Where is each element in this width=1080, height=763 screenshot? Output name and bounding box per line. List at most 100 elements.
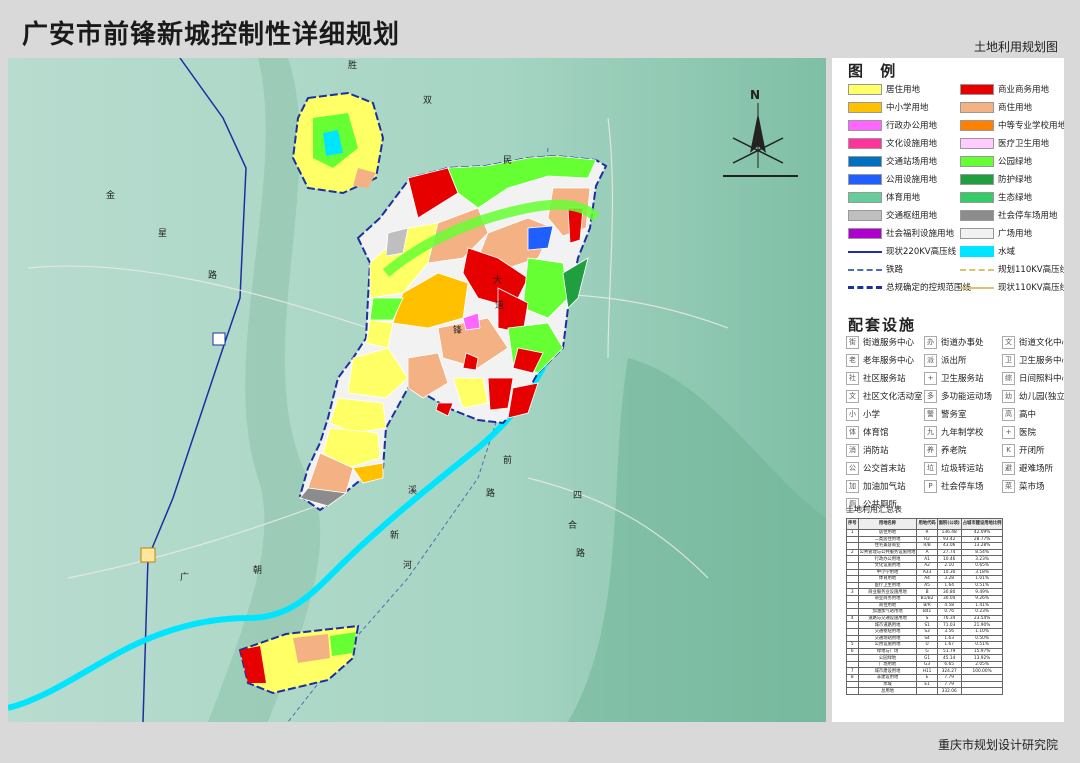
- legend-item: 交通站场用地: [848, 156, 937, 168]
- facility-label: 日间照料中心: [1019, 374, 1064, 384]
- road-label: 道: [495, 301, 505, 311]
- table-cell: [846, 535, 859, 544]
- legend-swatch: [848, 210, 882, 221]
- table-cell: [846, 542, 859, 550]
- table-cell: 公园绿地: [857, 654, 918, 662]
- facility-label: 医院: [1019, 428, 1037, 438]
- table-cell: [960, 680, 1004, 689]
- facility-icon: 养: [924, 444, 937, 457]
- facility-icon: 办: [924, 336, 937, 349]
- road-label: 朝: [253, 566, 263, 576]
- table-header: 用地代码: [916, 518, 938, 530]
- facility-icon: K: [1002, 444, 1015, 457]
- table-cell: 0.65%: [960, 561, 1004, 570]
- legend-swatch: [848, 250, 882, 253]
- legend-item: 生态绿地: [960, 192, 1032, 204]
- legend-item: 广场用地: [960, 228, 1032, 240]
- table-cell: 中小学用地: [857, 568, 918, 577]
- table-cell: [960, 674, 1004, 682]
- table-cell: 2.10: [936, 561, 962, 570]
- table-cell: 10.46: [936, 555, 962, 563]
- road-label: 新: [390, 531, 400, 541]
- table-cell: [960, 687, 1004, 695]
- table-cell: 7.79: [936, 680, 962, 689]
- map-subtitle: 土地利用规划图: [973, 40, 1058, 54]
- legend-label: 交通站场用地: [886, 157, 938, 167]
- legend-label: 行政办公用地: [886, 121, 938, 131]
- table-cell: 水域: [857, 680, 918, 689]
- table-cell: 文化设施用地: [857, 561, 918, 570]
- facility-label: 社区服务站: [863, 374, 906, 384]
- table-row: 交通场站用地 S4 1.63 0.50%: [846, 634, 1004, 643]
- table-row: 住宅兼容商业 R/B 43.06 13.28%: [846, 542, 1004, 550]
- table-cell: R/B: [916, 542, 938, 550]
- table-cell: 93.42: [936, 535, 962, 544]
- legend-label: 中等专业学校用地: [998, 121, 1064, 131]
- table-cell: 45.14: [936, 654, 962, 662]
- legend-item: 体育用地: [848, 192, 920, 204]
- table-row: 8 非建设用地 E 7.79: [846, 674, 1004, 682]
- table-cell: [846, 581, 859, 590]
- table-cell: 10.30: [936, 568, 962, 577]
- road-label: 金: [106, 191, 116, 201]
- table-row: 商住用地 B/R 4.58 1.41%: [846, 601, 1004, 610]
- table-cell: A4: [916, 575, 938, 583]
- table-cell: 76.34: [936, 614, 962, 623]
- legend-item: 公园绿地: [960, 156, 1032, 168]
- facility-item: + 卫生服务站: [924, 372, 984, 386]
- legend-label: 总规确定的控规范围线: [886, 283, 972, 293]
- table-cell: 0.50%: [960, 634, 1004, 643]
- legend-swatch: [848, 120, 882, 131]
- legend-label: 中小学用地: [886, 103, 929, 113]
- legend-label: 体育用地: [886, 193, 921, 203]
- facility-label: 警务室: [941, 410, 967, 420]
- legend-label: 广场用地: [998, 229, 1033, 239]
- table-cell: [846, 555, 859, 563]
- table-cell: 8: [846, 674, 859, 682]
- legend-label: 防护绿地: [998, 175, 1033, 185]
- table-cell: [846, 660, 859, 669]
- table-cell: [846, 561, 859, 570]
- facility-icon: 菜: [1002, 480, 1015, 493]
- legend-swatch: [960, 210, 994, 221]
- land-use-map[interactable]: N 胜 双 金 星 路 民 大 道 锋 前 路 广 朝 四 合 路 溪 河 新: [8, 58, 826, 722]
- table-row: 体育用地 A4 3.28 1.01%: [846, 575, 1004, 583]
- table-cell: 体育用地: [857, 575, 918, 583]
- map-canvas: [8, 58, 826, 722]
- table-cell: 公共管理与公共服务设施用地: [857, 548, 918, 557]
- table-cell: 广场用地: [857, 660, 918, 669]
- table-row: 1 居住用地 R 136.48 42.09%: [846, 529, 1004, 537]
- facility-item: 老老年服务中心: [846, 354, 914, 368]
- legend-swatch: [960, 192, 994, 203]
- facility-item: 办街道办事处: [924, 336, 984, 350]
- table-cell: [846, 687, 859, 695]
- facility-item: 体体育馆: [846, 426, 889, 440]
- facility-label: 开闭所: [1019, 446, 1045, 456]
- facility-label: 卫生服务站: [941, 374, 984, 384]
- table-header: 用地名称: [857, 518, 918, 530]
- facility-label: 高中: [1019, 410, 1037, 420]
- legend-swatch: [848, 138, 882, 149]
- table-cell: [846, 680, 859, 689]
- table-cell: G1: [916, 654, 938, 662]
- table-cell: 4.58: [936, 601, 962, 610]
- facility-item: 卫卫生服务中心: [1002, 354, 1064, 368]
- facility-item: 警警务室: [924, 408, 967, 422]
- legend-swatch: [960, 286, 994, 289]
- facility-item: 文街道文化中心: [1002, 336, 1064, 350]
- facility-label: 社会停车场: [941, 482, 984, 492]
- table-cell: 3.56: [936, 627, 962, 636]
- table-cell: 332.06: [936, 687, 962, 695]
- legend-item: 现状220KV高压线: [848, 246, 956, 258]
- table-row: 7 城市建设用地 H11 324.27 100.00%: [846, 667, 1004, 676]
- table-row: 总用地 332.06: [846, 687, 1004, 695]
- road-label: 溪: [408, 486, 418, 496]
- land-use-table: 序号 用地名称 用地代码 面积(公顷) 占城市建设用地比例 1 居住用地 R 136.…: [846, 518, 1004, 695]
- substation-icon-2: [140, 547, 156, 563]
- table-cell: 城市道路用地: [857, 621, 918, 629]
- legend-swatch: [960, 246, 994, 257]
- legend-item: 防护绿地: [960, 174, 1032, 186]
- table-cell: 行政办公用地: [857, 555, 918, 563]
- table-cell: 道路与交通设施用地: [857, 614, 918, 623]
- table-cell: 商业商务用地: [857, 594, 918, 603]
